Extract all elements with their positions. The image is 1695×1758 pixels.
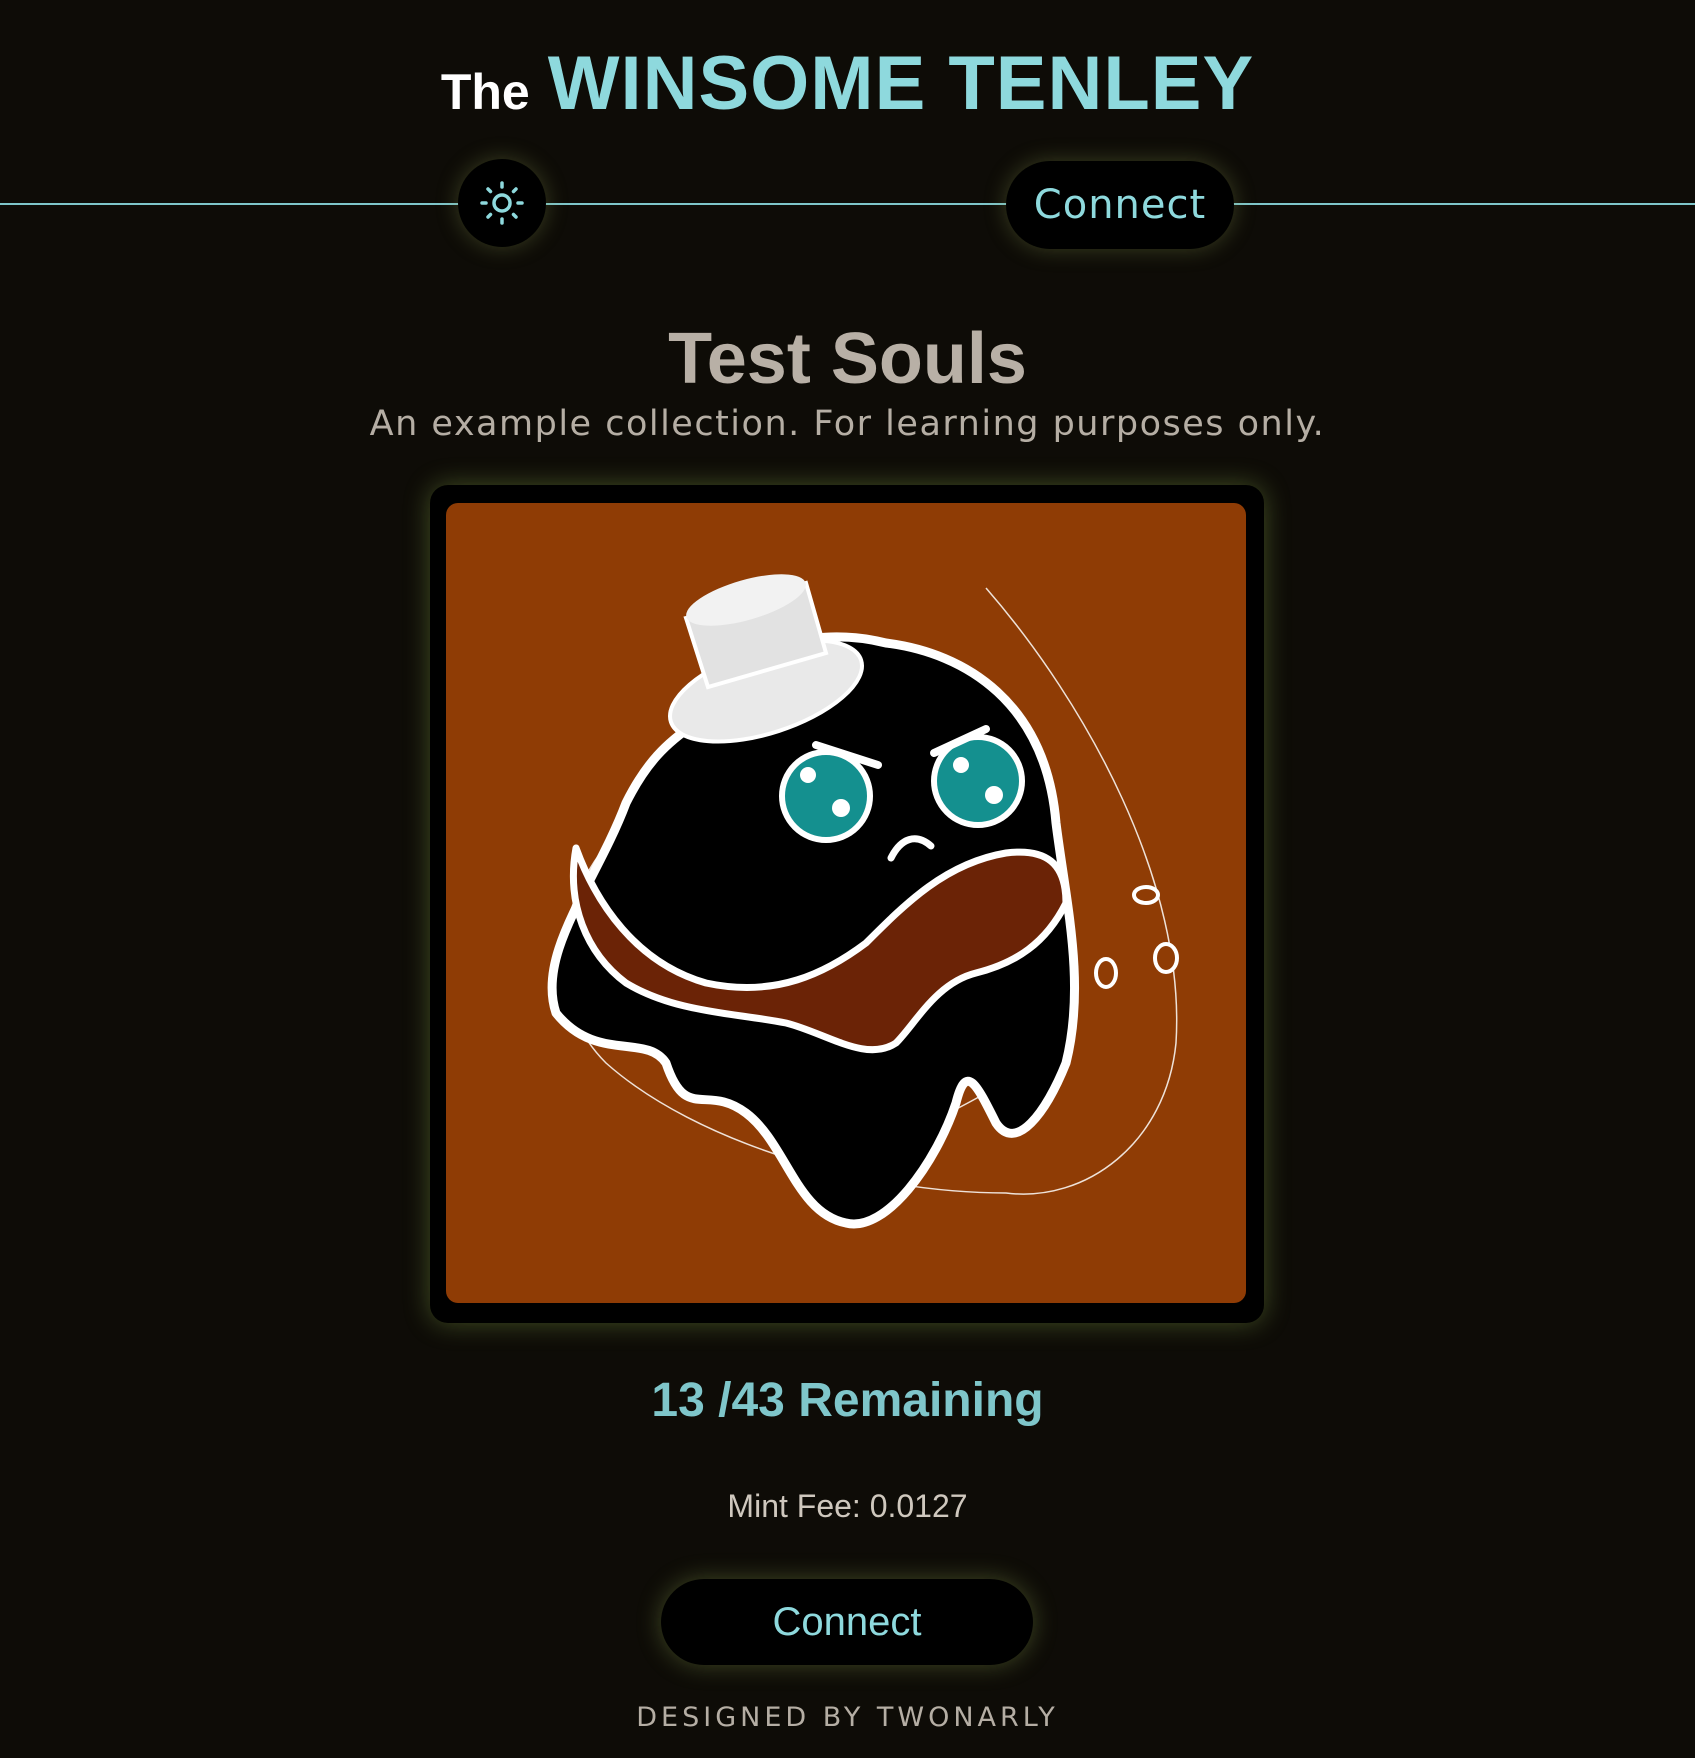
nav-connect-button[interactable]: Connect — [1006, 161, 1234, 249]
mint-fee: Mint Fee: 0.0127 — [727, 1488, 968, 1524]
artwork-frame — [430, 485, 1264, 1323]
sun-icon — [480, 181, 524, 225]
collection-title: Test Souls — [668, 319, 1027, 399]
footer-credit: DESIGNED BY TWONARLY — [636, 1702, 1059, 1733]
ghost-character-icon — [547, 574, 1179, 1229]
collection-description: An example collection. For learning purp… — [369, 404, 1326, 444]
mint-connect-button[interactable]: Connect — [661, 1579, 1033, 1665]
site-title-prefix: The — [440, 64, 530, 120]
artwork-image — [446, 503, 1246, 1303]
site-title-main: WINSOME TENLEY — [547, 41, 1255, 126]
theme-toggle-button[interactable] — [458, 159, 546, 247]
site-title: The WINSOME TENLEY — [0, 40, 1695, 127]
nav-divider — [0, 203, 1695, 205]
remaining-count: 13 /43 Remaining — [651, 1374, 1044, 1427]
